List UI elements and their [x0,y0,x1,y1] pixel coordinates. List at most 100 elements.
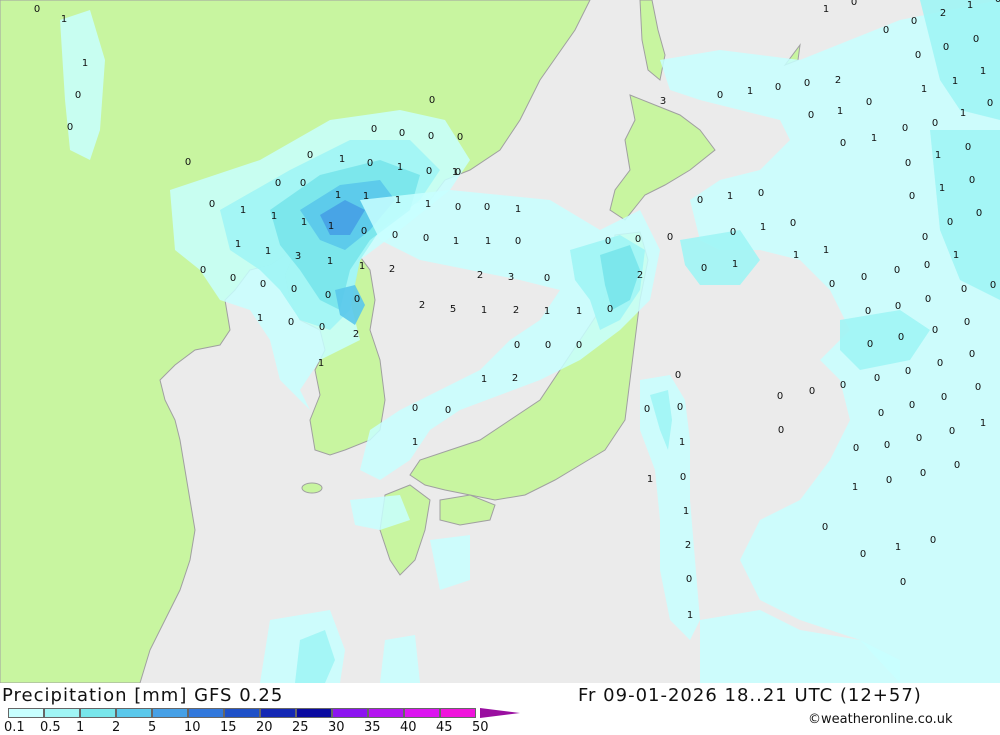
precip-value: 0 [367,158,373,169]
precip-value: 1 [747,86,753,97]
precip-value: 2 [637,270,643,281]
precip-value: 0 [867,339,873,350]
precip-value: 0 [961,284,967,295]
precip-value: 0 [932,118,938,129]
precip-value: 1 [452,167,458,178]
precip-value: 0 [545,340,551,351]
precip-value: 1 [328,221,334,232]
precip-value: 1 [895,542,901,553]
precip-value: 0 [354,294,360,305]
precip-area [430,535,470,590]
precip-value: 0 [423,233,429,244]
precip-value: 0 [457,132,463,143]
precip-value: 0 [909,400,915,411]
precip-value: 0 [930,535,936,546]
precip-value: 0 [932,325,938,336]
precip-value: 0 [319,322,325,333]
precip-value: 0 [667,232,673,243]
precip-value: 0 [916,433,922,444]
precip-value: 1 [240,205,246,216]
precip-value: 1 [485,236,491,247]
precip-value: 3 [660,96,666,107]
precip-value: 0 [851,0,857,8]
precip-value: 0 [730,227,736,238]
precip-value: 1 [481,305,487,316]
precip-value: 0 [808,110,814,121]
precip-value: 3 [295,251,301,262]
precip-value: 0 [325,290,331,301]
precip-value: 1 [727,191,733,202]
precip-value: 1 [679,437,685,448]
precip-value: 0 [947,217,953,228]
precip-value: 2 [512,373,518,384]
precip-value: 0 [949,426,955,437]
precip-value: 0 [399,128,405,139]
precip-value: 0 [865,306,871,317]
precip-value: 1 [481,374,487,385]
precip-value: 0 [778,425,784,436]
credit-text: ©weatheronline.co.uk [808,712,953,727]
precip-value: 1 [980,66,986,77]
precip-value: 0 [866,97,872,108]
precip-value: 0 [605,236,611,247]
map-title: Precipitation [mm] GFS 0.25 [2,685,284,706]
precip-value: 0 [717,90,723,101]
precip-value: 0 [34,4,40,15]
precip-value: 1 [235,239,241,250]
land-jeju [301,482,323,494]
precip-value: 1 [852,482,858,493]
precip-value: 0 [840,138,846,149]
precip-value: 0 [288,317,294,328]
precip-value: 0 [853,443,859,454]
precip-value: 0 [429,95,435,106]
precip-value: 2 [419,300,425,311]
precip-value: 0 [697,195,703,206]
precip-value: 0 [307,150,313,161]
precip-value: 0 [455,202,461,213]
precip-value: 1 [544,306,550,317]
precip-value: 0 [915,50,921,61]
precip-value: 0 [677,402,683,413]
precip-value: 0 [895,301,901,312]
precip-value: 5 [450,304,456,315]
precip-value: 2 [513,305,519,316]
map-canvas: 0 1 1 0 0 0 0 0 0 0 0 0 0 0 0 0 1 0 1 0 1 0 1 1 1 1 1 1 1 1 0 1 0 1 1 3 1 0 0 0… [0,0,1000,683]
precip-value: 0 [371,124,377,135]
precip-value: 0 [924,260,930,271]
precip-value: 1 [871,133,877,144]
precip-value: 0 [544,273,550,284]
precip-value: 0 [790,218,796,229]
precip-value: 1 [576,306,582,317]
precip-value: 0 [937,358,943,369]
precip-value: 0 [644,404,650,415]
precip-value: 1 [271,211,277,222]
legend-swatch [296,708,332,718]
precip-value: 1 [647,474,653,485]
precip-value: 0 [969,175,975,186]
precip-value: 1 [967,0,973,11]
precip-value: 0 [902,123,908,134]
precip-value: 0 [884,440,890,451]
precip-value: 1 [301,217,307,228]
map-footer: Precipitation [mm] GFS 0.25 Fr 09-01-202… [0,683,1000,735]
legend-swatch [368,708,404,718]
precip-value: 1 [453,236,459,247]
precip-value: 0 [861,272,867,283]
precip-value: 0 [392,230,398,241]
precip-value: 0 [260,279,266,290]
precip-value: 0 [200,265,206,276]
precip-value: 1 [257,313,263,324]
precip-value: 0 [291,284,297,295]
precip-value: 0 [969,349,975,360]
precipitation-map: 0 1 1 0 0 0 0 0 0 0 0 0 0 0 0 0 1 0 1 0 1 0 1 1 1 1 1 1 1 1 0 1 0 1 1 3 1 0 0 0… [0,0,1000,683]
precip-value: 0 [900,577,906,588]
precip-value: 1 [82,58,88,69]
precip-value: 0 [576,340,582,351]
precip-value: 2 [835,75,841,86]
precip-value: 0 [809,386,815,397]
legend-swatch [8,708,44,718]
precip-value: 0 [515,236,521,247]
precip-value: 1 [683,506,689,517]
precip-value: 0 [883,25,889,36]
precip-value: 0 [635,234,641,245]
